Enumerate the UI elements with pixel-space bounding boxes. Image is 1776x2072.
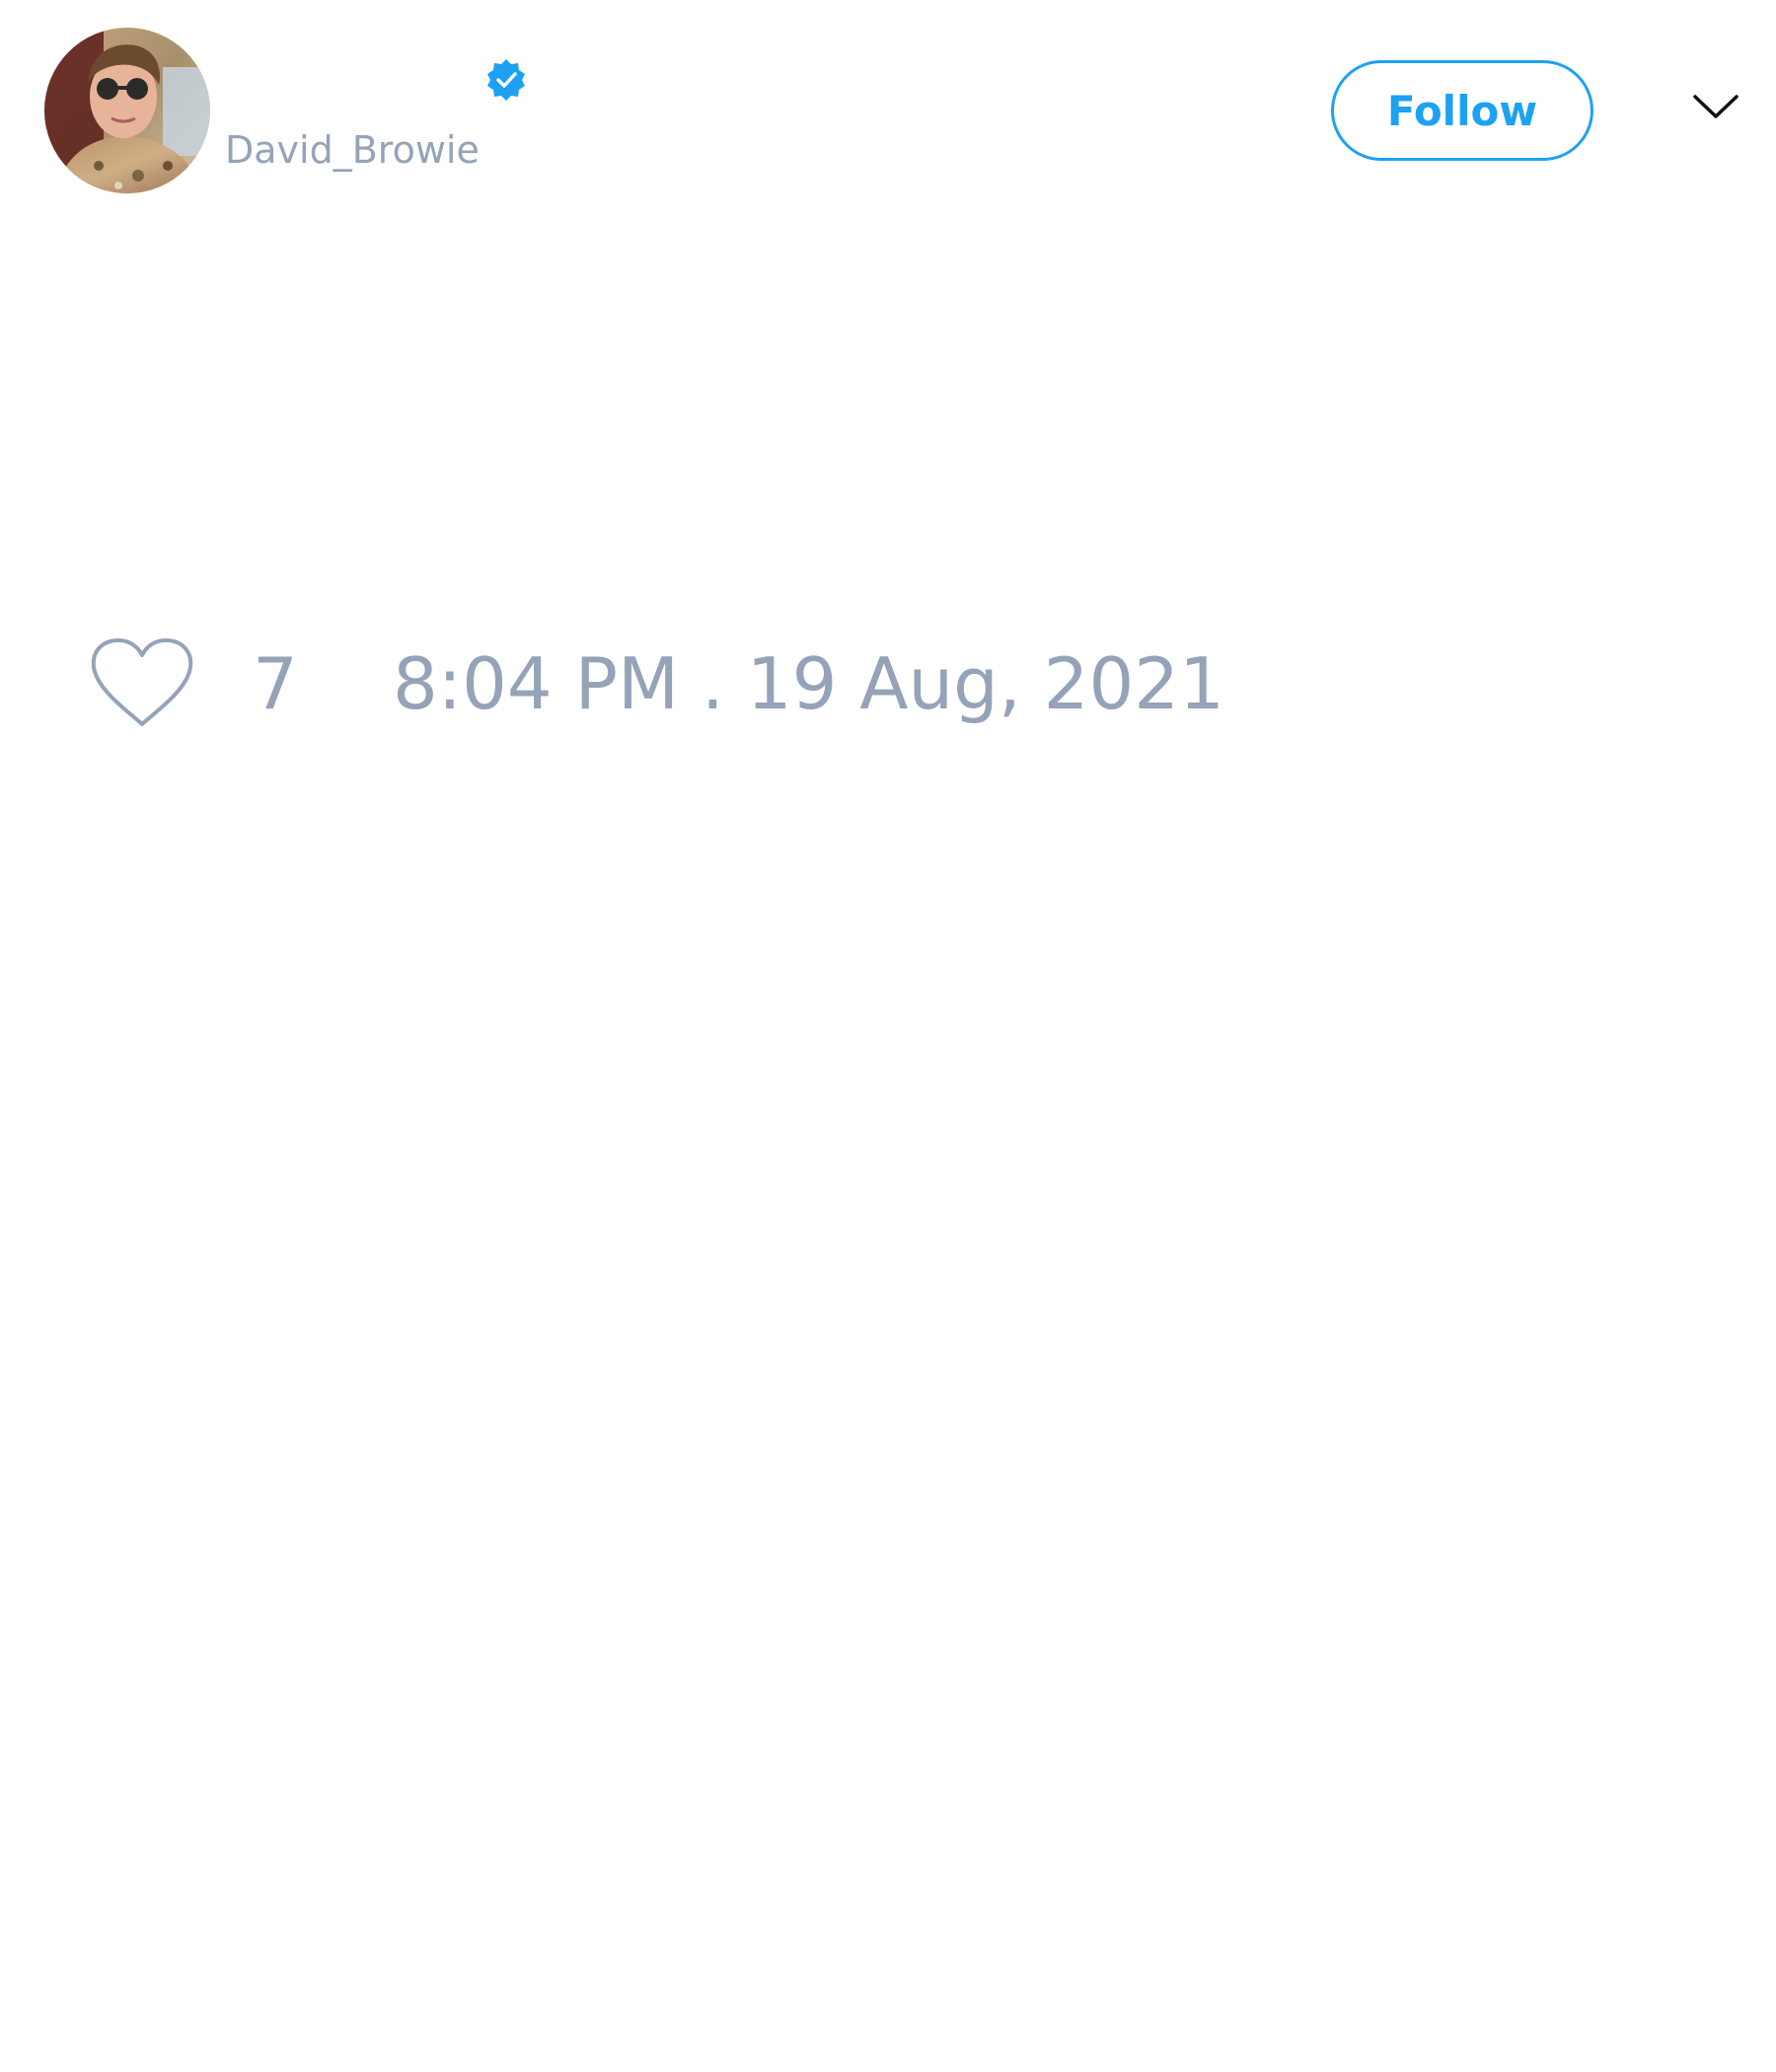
heart-icon[interactable] (89, 635, 195, 730)
avatar[interactable] (44, 28, 210, 193)
chevron-down-icon[interactable] (1691, 89, 1740, 124)
avatar-image (44, 28, 210, 193)
like-count: 7 (253, 642, 298, 725)
tweet-timestamp[interactable]: 8:04 PM . 19 Aug, 2021 (393, 641, 1224, 726)
author-handle[interactable]: David_Browie (225, 127, 480, 173)
verified-badge-icon (483, 57, 529, 103)
follow-button[interactable]: Follow (1331, 60, 1593, 161)
